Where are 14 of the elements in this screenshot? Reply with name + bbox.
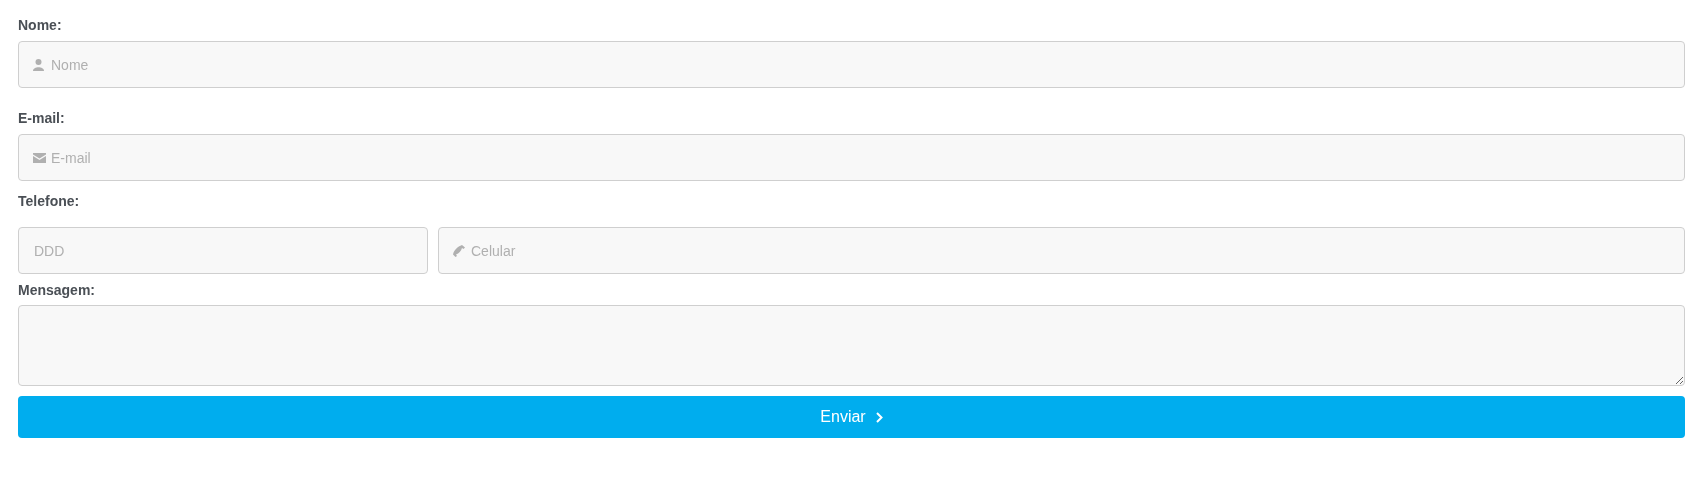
field-label: Telefone: <box>18 193 81 209</box>
input-field[interactable]: Nome <box>18 41 1685 88</box>
message-field[interactable] <box>18 305 1685 386</box>
field-label: Mensagem: <box>18 282 97 298</box>
person-icon <box>33 58 44 71</box>
chevron-right-icon <box>875 411 883 423</box>
phone-icon <box>453 244 465 257</box>
input-field[interactable]: E-mail <box>18 134 1685 181</box>
input-field[interactable]: Celular <box>438 227 1685 274</box>
field-label: Nome: <box>18 17 63 33</box>
submit-button[interactable]: Enviar <box>18 396 1685 438</box>
envelope-icon <box>33 152 46 163</box>
field-label: E-mail: <box>18 110 66 126</box>
input-field[interactable]: DDD <box>18 227 428 274</box>
